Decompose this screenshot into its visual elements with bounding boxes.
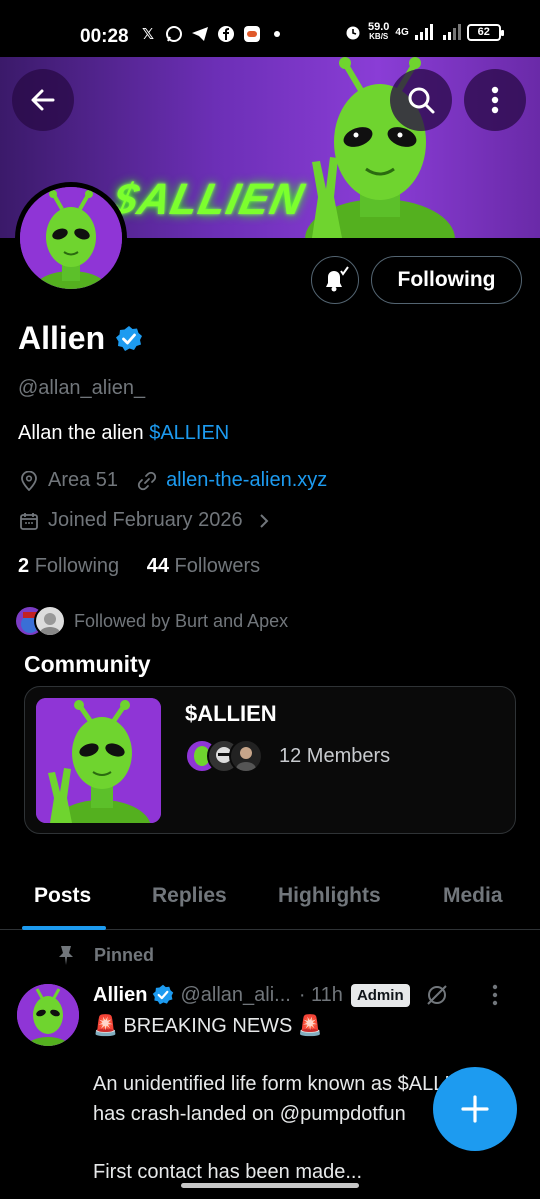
network-type: 4G	[395, 26, 409, 38]
link-icon	[136, 470, 158, 492]
community-card[interactable]: $ALLIEN 12 Members	[24, 686, 516, 834]
game-app-icon	[242, 24, 262, 44]
search-button[interactable]	[390, 69, 452, 131]
community-section-title: Community	[24, 651, 151, 677]
post-author-avatar[interactable]	[17, 984, 79, 1046]
verified-badge-icon	[153, 984, 174, 1005]
post-text-line-3: has crash-landed on @pumpdotfun	[93, 1103, 406, 1125]
banner-title: $ALLIEN	[107, 175, 309, 224]
post-header: Allien @allan_ali... · 11h Admin	[93, 982, 498, 1008]
active-tab-indicator	[22, 926, 106, 930]
alarm-icon	[346, 26, 360, 40]
gesture-nav-bar[interactable]	[181, 1183, 359, 1188]
post-author-handle: @allan_ali...	[180, 983, 291, 1006]
whatsapp-icon	[164, 24, 184, 44]
alien-avatar-image	[20, 187, 122, 289]
search-icon	[408, 87, 435, 114]
telegram-icon	[190, 24, 210, 44]
tab-replies[interactable]: Replies	[152, 884, 227, 908]
post-text-line-1: 🚨 BREAKING NEWS 🚨	[93, 1015, 323, 1037]
calendar-icon	[18, 510, 40, 532]
admin-badge: Admin	[350, 983, 410, 1007]
notification-icons: 𝕏	[138, 24, 280, 44]
plus-icon	[461, 1095, 489, 1123]
system-indicators: 59.0 KB/S 4G 62	[344, 21, 504, 42]
pin-icon	[59, 946, 73, 965]
compose-post-button[interactable]	[433, 1067, 517, 1151]
arrow-left-icon	[31, 89, 55, 111]
profile-bio: Allan the alien $ALLIEN	[18, 422, 230, 444]
pinned-label: Pinned	[56, 944, 154, 966]
profile-website-link[interactable]: allen-the-alien.xyz	[166, 469, 327, 492]
verified-badge-icon[interactable]	[115, 325, 143, 353]
more-vertical-icon	[491, 86, 499, 114]
battery-indicator: 62	[466, 23, 504, 41]
chevron-right-icon	[253, 510, 275, 532]
post-text-line-2: An unidentified life form known as $ALLI…	[93, 1073, 478, 1095]
bio-cashtag-link[interactable]: $ALLIEN	[149, 422, 229, 444]
profile-tabs: Posts Replies Highlights Media	[0, 868, 540, 930]
signal-icon	[414, 24, 433, 40]
profile-screen: 00:28 𝕏 59.0 KB/S 4G 62 $ALLIEN Followin…	[0, 0, 540, 1199]
more-options-button[interactable]	[464, 69, 526, 131]
no-edit-icon	[426, 985, 447, 1005]
profile-handle: @allan_alien_	[18, 377, 146, 399]
x-app-icon: 𝕏	[141, 26, 155, 43]
followed-by-text: Followed by Burt and Apex	[74, 610, 289, 631]
followers-count-link[interactable]: 44 Followers	[147, 555, 260, 577]
status-time: 00:28	[80, 26, 129, 47]
community-name: $ALLIEN	[185, 701, 277, 726]
following-count-link[interactable]: 2 Following	[18, 555, 119, 577]
notifications-button[interactable]	[311, 256, 359, 304]
tab-highlights[interactable]: Highlights	[278, 884, 381, 908]
tab-posts[interactable]: Posts	[34, 884, 91, 908]
post-more-icon[interactable]	[492, 984, 498, 1006]
profile-name: Allien	[18, 320, 143, 357]
profile-joined-row[interactable]: Joined February 2026	[18, 509, 283, 532]
profile-location: Area 51	[48, 469, 119, 491]
network-speed: 59.0 KB/S	[368, 21, 390, 42]
following-button[interactable]: Following	[371, 256, 522, 304]
tab-media[interactable]: Media	[443, 884, 503, 908]
follower-avatar-apex	[34, 605, 66, 637]
location-pin-icon	[18, 470, 40, 492]
community-members: 12 Members	[185, 739, 390, 773]
profile-avatar[interactable]	[15, 182, 127, 294]
community-member-count: 12 Members	[279, 744, 391, 767]
bell-check-icon	[326, 266, 349, 292]
profile-meta: Area 51 allen-the-alien.xyz	[18, 469, 327, 492]
post-author-name[interactable]: Allien	[93, 984, 147, 1007]
follow-counts: 2 Following 44 Followers	[18, 555, 260, 578]
facebook-icon	[216, 24, 236, 44]
profile-joined-date: Joined February 2026	[48, 509, 243, 531]
followed-by-row[interactable]: Followed by Burt and Apex	[14, 605, 288, 637]
post-text-line-4: First contact has been made...	[93, 1161, 363, 1183]
signal-2-icon	[442, 24, 461, 40]
community-image	[36, 698, 161, 823]
back-button[interactable]	[12, 69, 74, 131]
more-notifications-dot	[274, 31, 280, 37]
member-avatar-3	[229, 739, 263, 773]
post-timestamp[interactable]: · 11h	[299, 984, 343, 1007]
